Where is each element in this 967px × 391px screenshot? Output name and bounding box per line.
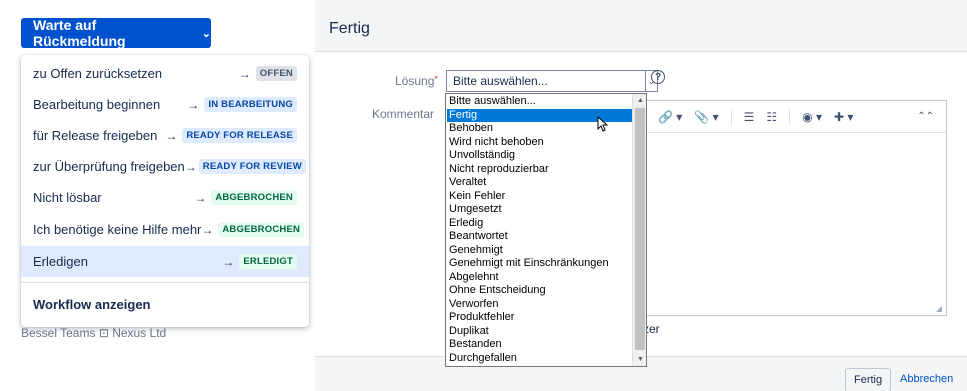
bullet-list-icon[interactable]: ☰	[744, 110, 755, 124]
listbox-option[interactable]: Duplikat	[447, 325, 632, 338]
listbox-option[interactable]: Beantwortet	[447, 230, 632, 243]
mouse-cursor-icon	[597, 116, 609, 132]
listbox-option[interactable]: Bitte auswählen...	[447, 95, 632, 108]
insert-more-icon[interactable]: ✚ ▾	[834, 110, 853, 124]
listbox-option[interactable]: Kein Fehler	[447, 190, 632, 203]
cancel-link[interactable]: Abbrechen	[900, 373, 953, 385]
menu-item-review[interactable]: zur Überprüfung freigeben → READY FOR RE…	[21, 151, 309, 182]
listbox-option[interactable]: Umgesetzt	[447, 203, 632, 216]
resolution-label: Lösung*	[395, 74, 438, 88]
resolution-select[interactable]: Bitte auswählen...	[446, 70, 646, 92]
status-lozenge: ABGEBROCHEN	[218, 222, 305, 237]
menu-item-label: zur Überprüfung freigeben	[33, 159, 185, 174]
menu-item-complete[interactable]: Erledigen → ERLEDIGT	[21, 246, 309, 277]
comment-label: Kommentar	[372, 107, 435, 121]
status-button-label: Warte auf Rückmeldung	[33, 17, 126, 49]
scroll-up-icon[interactable]: ▲	[633, 94, 646, 107]
listbox-option[interactable]: Unvollständig	[447, 149, 632, 162]
background-text: Bessel Teams ⊡ Nexus Ltd	[21, 326, 167, 340]
chevron-down-icon: ⌄	[201, 27, 211, 40]
menu-item-label: Erledigen	[33, 254, 88, 269]
transitions-menu: zu Offen zurücksetzen → OFFEN Bearbeitun…	[21, 55, 309, 327]
status-lozenge: READY FOR RELEASE	[182, 128, 297, 143]
dialog-title: Fertig	[329, 20, 370, 37]
arrow-right-icon: →	[201, 222, 214, 237]
arrow-right-icon: →	[238, 66, 251, 81]
menu-item-reset-open[interactable]: zu Offen zurücksetzen → OFFEN	[21, 58, 309, 89]
submit-button[interactable]: Fertig	[845, 368, 892, 391]
menu-item-label: zu Offen zurücksetzen	[33, 66, 163, 81]
menu-item-label: Bearbeitung beginnen	[33, 97, 161, 112]
help-icon[interactable]: ?	[651, 70, 665, 84]
arrow-right-icon: →	[184, 159, 197, 174]
listbox-option[interactable]: Genehmigt mit Einschränkungen	[447, 257, 632, 270]
listbox-option[interactable]: Bestanden	[447, 338, 632, 351]
arrow-right-icon: →	[194, 190, 207, 205]
status-lozenge: IN BEARBEITUNG	[204, 97, 297, 112]
scroll-down-icon[interactable]: ▼	[633, 353, 646, 366]
status-button[interactable]: Warte auf Rückmeldung ⌄	[21, 17, 211, 49]
status-lozenge: ABGEBROCHEN	[211, 190, 297, 205]
toolbar-divider	[789, 108, 791, 125]
menu-item-no-help-needed[interactable]: Ich benötige keine Hilfe mehr → ABGEBROC…	[21, 214, 309, 245]
listbox-option[interactable]: Produktfehler	[447, 311, 632, 324]
resolution-listbox[interactable]: Bitte auswählen... Fertig Behoben Wird nich…	[445, 93, 647, 367]
arrow-right-icon: →	[165, 128, 178, 143]
listbox-option[interactable]: Genehmigt	[447, 244, 632, 257]
listbox-option[interactable]: Abgelehnt	[447, 271, 632, 284]
numbered-list-icon[interactable]: ☷	[766, 110, 777, 124]
listbox-option[interactable]: Nicht reproduzierbar	[447, 163, 632, 176]
menu-item-label: Nicht lösbar	[33, 190, 102, 205]
comment-editor[interactable]: 🔗 ▾ 📎 ▾ ☰ ☷ ◉ ▾ ✚ ▾ ⌃⌃ ◢	[633, 100, 947, 316]
view-workflow-link[interactable]: Workflow anzeigen	[33, 297, 151, 312]
collapse-toolbar-icon[interactable]: ⌃⌃	[917, 111, 934, 122]
listbox-option[interactable]: Verworfen	[447, 298, 632, 311]
status-lozenge: ERLEDIGT	[239, 254, 297, 269]
link-icon[interactable]: 🔗 ▾	[658, 110, 682, 124]
menu-item-not-solvable[interactable]: Nicht lösbar → ABGEBROCHEN	[21, 182, 309, 213]
arrow-right-icon: →	[187, 97, 200, 112]
menu-item-label: für Release freigeben	[33, 128, 158, 143]
resolution-label-text: Lösung	[395, 74, 435, 88]
emoji-icon[interactable]: ◉ ▾	[802, 110, 822, 124]
menu-divider	[21, 282, 309, 283]
toolbar-divider	[730, 108, 732, 125]
required-mark: *	[434, 74, 438, 84]
scroll-thumb[interactable]	[635, 108, 645, 350]
menu-item-label: Ich benötige keine Hilfe mehr	[33, 222, 202, 237]
listbox-option[interactable]: Durchgefallen	[447, 352, 632, 365]
editor-toolbar: 🔗 ▾ 📎 ▾ ☰ ☷ ◉ ▾ ✚ ▾ ⌃⌃	[634, 101, 946, 133]
menu-item-start-progress[interactable]: Bearbeitung beginnen → IN BEARBEITUNG	[21, 89, 309, 120]
attachment-icon[interactable]: 📎 ▾	[694, 110, 718, 124]
status-lozenge: READY FOR REVIEW	[198, 159, 306, 174]
status-lozenge: OFFEN	[255, 66, 297, 81]
menu-item-release[interactable]: für Release freigeben → READY FOR RELEAS…	[21, 120, 309, 151]
listbox-option[interactable]: Veraltet	[447, 176, 632, 189]
resize-handle-icon[interactable]: ◢	[936, 304, 942, 313]
listbox-option[interactable]: Wird nicht behoben	[447, 136, 632, 149]
arrow-right-icon: →	[222, 254, 235, 269]
listbox-option[interactable]: Ohne Entscheidung	[447, 284, 632, 297]
dialog-header: Fertig	[315, 0, 967, 52]
listbox-option[interactable]: Erledig	[447, 217, 632, 230]
listbox-scrollbar[interactable]: ▲ ▼	[632, 94, 646, 366]
